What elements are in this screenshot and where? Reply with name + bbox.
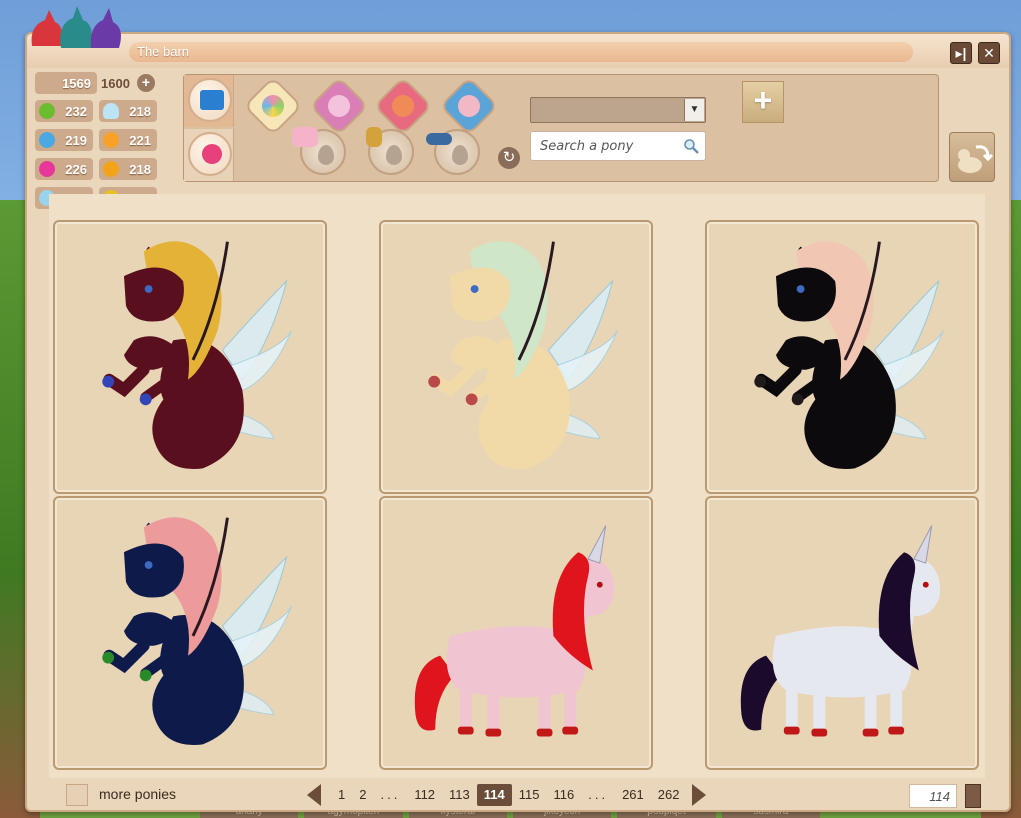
unicorn-illustration — [414, 525, 615, 737]
search-input[interactable]: Search a pony — [530, 131, 706, 161]
collapse-button[interactable]: ▸| — [950, 42, 972, 64]
sort-select[interactable]: ▼ — [530, 97, 706, 123]
more-ponies-label: more ponies — [99, 786, 177, 802]
stat-apple: 232 — [35, 100, 93, 122]
drop-icon — [318, 145, 334, 165]
stat-paw-blue: 219 — [35, 129, 93, 151]
pegasus-illustration — [102, 517, 292, 745]
next-page-icon[interactable] — [692, 784, 707, 806]
paw-icon — [39, 132, 55, 148]
stat-max: 1600 + — [97, 72, 157, 94]
resource-stats: 1569 1600 + 232 218 219 221 226 218 — [35, 72, 159, 214]
gender-symbols-icon — [328, 95, 350, 117]
pony-small-icon — [292, 127, 318, 147]
trophy-icon — [366, 127, 382, 147]
page-ellipsis: ... — [588, 787, 609, 802]
page-current[interactable]: 114 — [476, 784, 512, 806]
drop-icon — [452, 145, 468, 165]
ponies-logo-icon — [31, 6, 121, 48]
page-link[interactable]: 115 — [512, 784, 547, 806]
pegasus-illustration — [754, 241, 944, 469]
add-coins-button[interactable]: + — [137, 74, 155, 92]
heart-bond-icon — [392, 95, 414, 117]
stat-paw-orange: 218 — [99, 158, 157, 180]
apple-icon — [39, 103, 55, 119]
pony-card[interactable] — [705, 220, 979, 494]
pony-card[interactable] — [53, 220, 327, 494]
stat-coins: 1569 — [35, 72, 97, 94]
pegasus-illustration — [428, 241, 618, 469]
close-button[interactable]: ✕ — [978, 42, 1000, 64]
cloud-icon — [103, 103, 119, 119]
page-link[interactable]: 2 — [352, 784, 373, 806]
prev-page-icon[interactable] — [307, 784, 321, 806]
page-ellipsis: ... — [380, 787, 401, 802]
add-button[interactable]: + — [742, 81, 784, 123]
pony-card[interactable] — [379, 496, 653, 770]
filter-love[interactable] — [373, 76, 433, 136]
filter-eye[interactable] — [426, 129, 480, 175]
page-link[interactable]: 1 — [331, 784, 352, 806]
go-page-button[interactable] — [965, 784, 981, 808]
page-link[interactable]: 261 — [615, 784, 651, 806]
chevron-down-icon[interactable]: ▼ — [684, 99, 704, 121]
barn-window: The barn ▸| ✕ 1569 1600 + 232 218 219 22… — [25, 6, 1011, 812]
tab-folder[interactable] — [184, 75, 234, 127]
transfer-pony-button[interactable] — [949, 132, 995, 182]
flame-icon — [103, 132, 119, 148]
unicorn-illustration — [740, 525, 941, 737]
search-icon[interactable] — [683, 138, 699, 154]
pegasus-illustration — [102, 241, 292, 469]
refresh-icon[interactable]: ↻ — [498, 147, 520, 169]
pony-pair-icon — [458, 95, 480, 117]
folder-star-icon — [200, 90, 224, 110]
color-palette-icon — [262, 95, 284, 117]
tab-favorites[interactable] — [184, 129, 234, 181]
filter-color[interactable] — [243, 76, 303, 136]
pony-transfer-icon — [958, 145, 994, 173]
star-badge-icon — [202, 144, 222, 164]
drop-icon — [386, 145, 402, 165]
page-link[interactable]: 116 — [547, 784, 582, 806]
filter-pair[interactable] — [439, 76, 499, 136]
filter-breed[interactable] — [292, 127, 346, 175]
stat-flame: 221 — [99, 129, 157, 151]
pony-grid — [49, 194, 985, 778]
more-ponies-checkbox[interactable] — [66, 784, 88, 806]
stat-cloud: 218 — [99, 100, 157, 122]
filter-trophy[interactable] — [366, 127, 414, 175]
heart-icon — [39, 161, 55, 177]
search-placeholder: Search a pony — [540, 139, 634, 154]
pony-card[interactable] — [705, 496, 979, 770]
filter-panel: ↻ ▼ Search a pony + — [183, 74, 939, 182]
barn-footer: more ponies 1 2 ... 112 113 114 115 116 … — [27, 778, 1009, 812]
window-titlebar[interactable]: The barn ▸| ✕ — [27, 34, 1009, 68]
eye-icon — [426, 133, 452, 145]
page-link[interactable]: 262 — [651, 784, 687, 806]
page-number-input[interactable]: 114 — [909, 784, 957, 808]
stat-heart: 226 — [35, 158, 93, 180]
pony-card[interactable] — [379, 220, 653, 494]
filter-gender[interactable] — [309, 76, 369, 136]
paw-print-icon — [103, 161, 119, 177]
page-link[interactable]: 113 — [442, 784, 477, 806]
page-link[interactable]: 112 — [407, 784, 442, 806]
pony-card[interactable] — [53, 496, 327, 770]
window-title: The barn — [129, 42, 913, 62]
pagination: 1 2 ... 112 113 114 115 116 ... 261 262 — [307, 782, 707, 808]
